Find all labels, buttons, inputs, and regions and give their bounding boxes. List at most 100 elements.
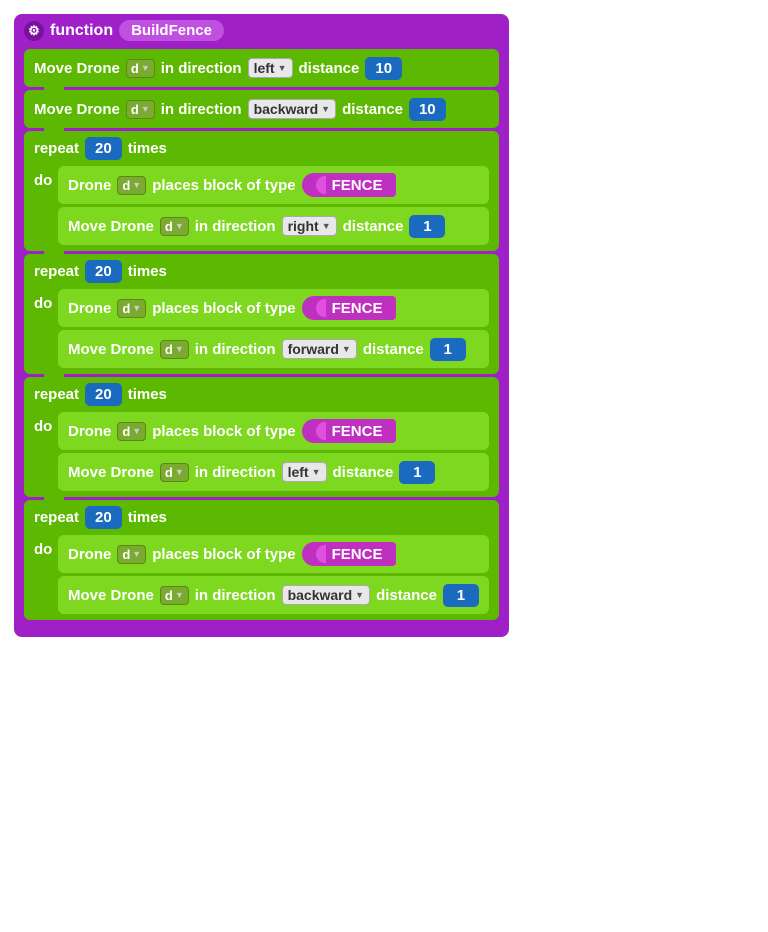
inner-move-text1-3: Move Drone [68,464,154,481]
fence-text2-1: places block of type [152,177,295,194]
move-block-2: Move Drone d ▼ in direction backward ▼ d… [24,90,499,128]
inner-move-text1-1: Move Drone [68,218,154,235]
repeat-block-2: repeat 20 times do Drone d ▼ places bloc… [24,254,499,374]
inner-move-dir-arrow-2: ▼ [342,344,351,354]
fence-block-2: Drone d ▼ places block of type FENCE [58,289,489,327]
block-stack: Move Drone d ▼ in direction left ▼ dista… [24,49,499,623]
repeat-blocks-container: repeat 20 times do Drone d ▼ places bloc… [24,131,499,623]
do-label-2: do [34,295,54,312]
inner-move-drone-var-3[interactable]: d ▼ [160,463,189,482]
inner-move-drone-var-4[interactable]: d ▼ [160,586,189,605]
inner-move-drone-arrow-4: ▼ [175,590,184,600]
move-block-1: Move Drone d ▼ in direction left ▼ dista… [24,49,499,87]
do-inner-3: Drone d ▼ places block of type FENCE Mov… [58,412,489,491]
move2-drone-arrow: ▼ [141,104,150,114]
repeat-header-3: repeat 20 times [34,383,489,406]
repeat-label-4: repeat [34,509,79,526]
function-block: ⚙ function BuildFence Move Drone d ▼ in … [14,14,509,637]
move2-dir-arrow: ▼ [321,104,330,114]
fence-drone-var-1[interactable]: d ▼ [117,176,146,195]
move1-text2: in direction [161,60,242,77]
repeat-count-3[interactable]: 20 [85,383,122,406]
do-label-1: do [34,172,54,189]
inner-move-block-2: Move Drone d ▼ in direction forward ▼ di… [58,330,489,368]
move1-drone-var[interactable]: d ▼ [126,59,155,78]
inner-move-text2-2: in direction [195,341,276,358]
fence-block-3: Drone d ▼ places block of type FENCE [58,412,489,450]
inner-move-text3-3: distance [333,464,394,481]
repeat-header-4: repeat 20 times [34,506,489,529]
function-name-badge[interactable]: BuildFence [119,20,224,41]
repeat-block-3: repeat 20 times do Drone d ▼ places bloc… [24,377,499,497]
inner-move-text1-4: Move Drone [68,587,154,604]
fence-type-badge-3[interactable]: FENCE [302,419,397,443]
inner-move-drone-arrow-1: ▼ [175,221,184,231]
function-header: ⚙ function BuildFence [24,20,499,41]
repeat-times-2: times [128,263,167,280]
inner-move-value-4[interactable]: 1 [443,584,479,607]
inner-move-value-3[interactable]: 1 [399,461,435,484]
repeat-block-1: repeat 20 times do Drone d ▼ places bloc… [24,131,499,251]
repeat-label-2: repeat [34,263,79,280]
fence-text1-2: Drone [68,300,111,317]
fence-drone-var-4[interactable]: d ▼ [117,545,146,564]
inner-move-drone-var-1[interactable]: d ▼ [160,217,189,236]
inner-move-dir-arrow-1: ▼ [322,221,331,231]
repeat-times-1: times [128,140,167,157]
move1-dir-arrow: ▼ [278,63,287,73]
fence-drone-arrow-4: ▼ [132,549,141,559]
repeat-count-1[interactable]: 20 [85,137,122,160]
move2-value[interactable]: 10 [409,98,446,121]
inner-move-text3-4: distance [376,587,437,604]
inner-move-value-2[interactable]: 1 [430,338,466,361]
inner-move-drone-var-2[interactable]: d ▼ [160,340,189,359]
fence-type-badge-4[interactable]: FENCE [302,542,397,566]
repeat-header-2: repeat 20 times [34,260,489,283]
inner-move-block-4: Move Drone d ▼ in direction backward ▼ d… [58,576,489,614]
do-row-2: do Drone d ▼ places block of type FENCE … [34,289,489,368]
move1-text1: Move Drone [34,60,120,77]
inner-move-drone-arrow-2: ▼ [175,344,184,354]
inner-move-direction-3[interactable]: left ▼ [282,462,327,482]
repeat-block-4: repeat 20 times do Drone d ▼ places bloc… [24,500,499,620]
fence-type-badge-1[interactable]: FENCE [302,173,397,197]
inner-move-text1-2: Move Drone [68,341,154,358]
repeat-label-1: repeat [34,140,79,157]
fence-drone-arrow-3: ▼ [132,426,141,436]
do-inner-4: Drone d ▼ places block of type FENCE Mov… [58,535,489,614]
fence-text1-3: Drone [68,423,111,440]
inner-move-direction-1[interactable]: right ▼ [282,216,337,236]
fence-type-badge-2[interactable]: FENCE [302,296,397,320]
inner-move-text3-1: distance [343,218,404,235]
inner-move-direction-4[interactable]: backward ▼ [282,585,371,605]
move1-text3: distance [299,60,360,77]
fence-drone-var-2[interactable]: d ▼ [117,299,146,318]
inner-move-value-1[interactable]: 1 [409,215,445,238]
inner-move-block-1: Move Drone d ▼ in direction right ▼ dist… [58,207,489,245]
repeat-count-2[interactable]: 20 [85,260,122,283]
do-label-4: do [34,541,54,558]
inner-move-text3-2: distance [363,341,424,358]
inner-move-block-3: Move Drone d ▼ in direction left ▼ dista… [58,453,489,491]
do-row-1: do Drone d ▼ places block of type FENCE … [34,166,489,245]
fence-drone-var-3[interactable]: d ▼ [117,422,146,441]
inner-move-direction-2[interactable]: forward ▼ [282,339,357,359]
repeat-label-3: repeat [34,386,79,403]
move2-text2: in direction [161,101,242,118]
move2-text1: Move Drone [34,101,120,118]
move2-drone-var[interactable]: d ▼ [126,100,155,119]
inner-move-dir-arrow-3: ▼ [312,467,321,477]
do-label-3: do [34,418,54,435]
repeat-times-4: times [128,509,167,526]
fence-drone-arrow-2: ▼ [132,303,141,313]
do-row-3: do Drone d ▼ places block of type FENCE … [34,412,489,491]
move2-direction[interactable]: backward ▼ [248,99,337,119]
gear-icon[interactable]: ⚙ [24,21,44,41]
inner-move-drone-arrow-3: ▼ [175,467,184,477]
fence-text2-3: places block of type [152,423,295,440]
move1-value[interactable]: 10 [365,57,402,80]
do-inner-2: Drone d ▼ places block of type FENCE Mov… [58,289,489,368]
repeat-count-4[interactable]: 20 [85,506,122,529]
move1-drone-arrow: ▼ [141,63,150,73]
move1-direction[interactable]: left ▼ [248,58,293,78]
